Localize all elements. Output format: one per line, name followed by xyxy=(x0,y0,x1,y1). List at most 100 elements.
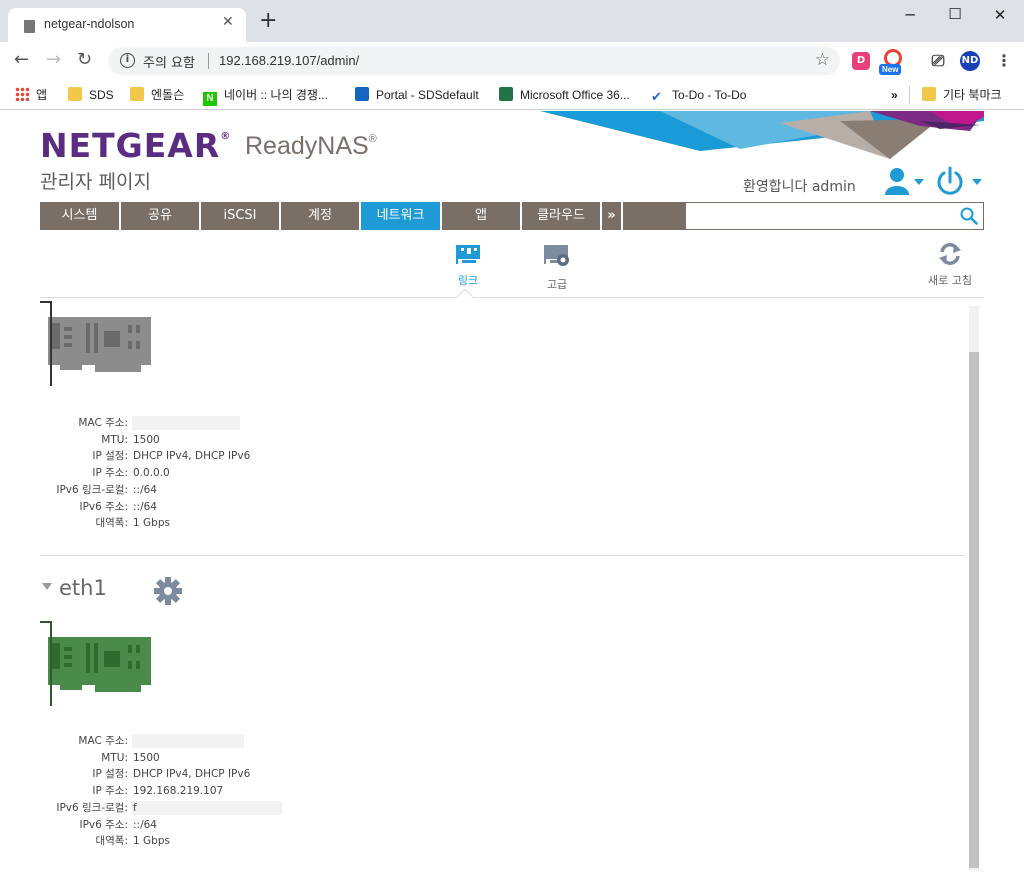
info-icon[interactable]: i xyxy=(120,53,135,68)
bookmark-office[interactable]: Microsoft Office 36... xyxy=(499,85,630,105)
user-icon[interactable] xyxy=(885,167,927,197)
info-row: IPv6 주소:::/64 xyxy=(40,499,440,515)
info-row: 대역폭: 1 Gbps xyxy=(40,515,440,531)
bookmark-label: 앱 xyxy=(36,88,48,102)
subtab-advanced[interactable]: 고급 xyxy=(532,243,582,292)
logo-text: NETGEAR xyxy=(40,126,221,165)
extension-d-icon[interactable]: D xyxy=(852,52,870,70)
tab-iscsi[interactable]: iSCSI xyxy=(201,202,279,230)
bookmark-portal[interactable]: Portal - SDSdefault xyxy=(355,85,479,105)
profile-avatar[interactable]: ND xyxy=(960,51,980,71)
nic-card-green-image xyxy=(40,621,151,706)
info-value: ::/64 xyxy=(133,483,157,496)
info-label: IPv6 주소: xyxy=(79,818,128,831)
info-value: 1 Gbps xyxy=(133,517,170,530)
maximize-icon[interactable]: ☐ xyxy=(935,5,975,25)
bookmark-label: 네이버 :: 나의 경쟁... xyxy=(224,88,328,102)
cast-icon[interactable]: ⎚ xyxy=(928,51,948,71)
menu-dots-icon[interactable]: ⋮ xyxy=(994,51,1014,71)
info-value: ::/64 xyxy=(133,818,157,831)
subtab-advanced-label: 고급 xyxy=(546,278,568,291)
bookmark-ndolson[interactable]: 엔돌슨 xyxy=(130,85,184,105)
browser-toolbar: ← → ↻ i 주의 요함 192.168.219.107/admin/ ☆ D… xyxy=(0,42,1024,80)
refresh-label: 새로 고침 xyxy=(928,274,972,287)
search-input[interactable] xyxy=(685,202,984,230)
bookmark-sds[interactable]: SDS xyxy=(68,85,114,105)
folder-icon xyxy=(922,87,936,101)
tab-apps[interactable]: 앱 xyxy=(442,202,520,230)
forward-icon[interactable]: → xyxy=(46,50,61,70)
info-label: IP 주소: xyxy=(92,785,128,798)
logo-trademark: ® xyxy=(220,131,232,142)
info-row: 대역폭: 1 Gbps xyxy=(40,833,440,849)
reload-icon[interactable]: ↻ xyxy=(77,50,92,70)
info-label: 대역폭: xyxy=(95,835,128,848)
info-label: IP 주소: xyxy=(92,467,128,480)
scrollbar-thumb[interactable] xyxy=(969,352,979,868)
url-text[interactable]: 192.168.219.107/admin/ xyxy=(219,53,359,68)
bookmarks-divider xyxy=(909,86,910,104)
minimize-icon[interactable]: ─ xyxy=(890,6,930,26)
bookmarks-bar: 앱 SDS 엔돌슨 N 네이버 :: 나의 경쟁... Portal - SDSd… xyxy=(0,80,1024,110)
bookmark-apps[interactable]: 앱 xyxy=(15,85,47,105)
security-status[interactable]: 주의 요함 xyxy=(143,52,195,71)
info-label: MTU: xyxy=(101,433,128,446)
bookmark-naver[interactable]: N 네이버 :: 나의 경쟁... xyxy=(203,85,328,106)
info-row: IPv6 링크-로컬:::/64 xyxy=(40,482,440,498)
nic-card-gray-image xyxy=(40,301,151,386)
info-row: MTU: 1500 xyxy=(40,750,440,766)
gear-icon[interactable] xyxy=(153,576,183,606)
product-name: ReadyNAS® xyxy=(245,132,377,161)
network-card-icon xyxy=(456,245,480,264)
new-tab-icon[interactable]: + xyxy=(259,10,277,32)
header-banner xyxy=(540,111,984,159)
refresh-button[interactable]: 새로 고침 xyxy=(920,241,980,288)
info-row: IP 설정: DHCP IPv4, DHCP IPv6 xyxy=(40,448,440,464)
redacted-value xyxy=(132,416,240,430)
browser-tab[interactable]: netgear-ndolson ✕ xyxy=(8,8,246,42)
bookmark-todo[interactable]: ✔ To-Do - To-Do xyxy=(651,85,746,105)
info-value: 1 Gbps xyxy=(133,835,170,848)
subtab-link-label: 링크 xyxy=(457,274,479,287)
info-value: 0.0.0.0 xyxy=(133,467,170,480)
info-row: IP 설정: DHCP IPv4, DHCP IPv6 xyxy=(40,766,440,782)
bookmark-other[interactable]: 기타 북마크 xyxy=(922,85,1002,105)
info-value: DHCP IPv4, DHCP IPv6 xyxy=(133,450,251,463)
info-label: MAC 주소: xyxy=(78,735,128,747)
redacted-value xyxy=(132,734,244,748)
info-value: ::/64 xyxy=(133,500,157,513)
tab-network[interactable]: 네트워크 xyxy=(361,202,440,230)
subtab-link[interactable]: 링크 xyxy=(443,243,493,288)
page-favicon-icon xyxy=(24,20,35,33)
info-value: 1500 xyxy=(133,751,160,764)
info-label: IP 설정: xyxy=(92,768,128,781)
browser-tabstrip: netgear-ndolson ✕ + ─ ☐ ✕ xyxy=(0,0,1024,42)
omnibox-divider xyxy=(208,53,209,69)
folder-icon xyxy=(130,87,144,101)
back-icon[interactable]: ← xyxy=(14,50,29,70)
tab-close-icon[interactable]: ✕ xyxy=(222,14,234,30)
power-icon[interactable] xyxy=(936,166,984,198)
tab-accounts[interactable]: 계정 xyxy=(281,202,359,230)
collapse-caret-icon[interactable] xyxy=(42,583,52,590)
apps-grid-icon xyxy=(15,87,29,101)
bookmark-star-icon[interactable]: ☆ xyxy=(815,50,830,70)
info-value: 1500 xyxy=(133,433,160,446)
info-row: MAC 주소: xyxy=(40,415,440,431)
info-label: IPv6 링크-로컬: xyxy=(56,483,128,496)
todo-check-icon: ✔ xyxy=(651,89,662,104)
search-icon[interactable] xyxy=(960,207,978,225)
address-bar[interactable]: i 주의 요함 192.168.219.107/admin/ ☆ xyxy=(108,47,840,75)
office-icon xyxy=(499,87,513,101)
scrollbar[interactable] xyxy=(969,306,979,871)
tab-shares[interactable]: 공유 xyxy=(121,202,199,230)
bookmark-label: Portal - SDSdefault xyxy=(376,88,479,102)
product-trademark: ® xyxy=(368,133,377,145)
bookmark-label: SDS xyxy=(89,88,114,102)
tab-cloud[interactable]: 클라우드 xyxy=(522,202,600,230)
tab-system[interactable]: 시스템 xyxy=(40,202,119,230)
window-close-icon[interactable]: ✕ xyxy=(980,6,1020,26)
tab-more[interactable]: » xyxy=(602,202,621,230)
bookmarks-overflow[interactable]: » xyxy=(891,85,898,105)
info-value: DHCP IPv4, DHCP IPv6 xyxy=(133,768,251,781)
